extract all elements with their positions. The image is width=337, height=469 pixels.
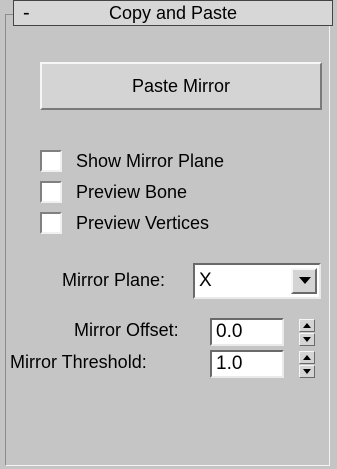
spinner-down-icon[interactable] [299, 365, 315, 378]
mirror-plane-dropdown[interactable]: X [193, 263, 321, 299]
paste-mirror-button[interactable]: Paste Mirror [40, 62, 322, 110]
mirror-offset-label: Mirror Offset: [74, 320, 179, 340]
chevron-down-icon[interactable] [291, 268, 317, 294]
mirror-threshold-input[interactable]: 1.0 [210, 350, 284, 378]
rollout-header-copy-and-paste[interactable]: - Copy and Paste [13, 0, 333, 26]
mirror-threshold-value: 1.0 [216, 353, 243, 374]
spinner-up-icon[interactable] [299, 319, 315, 332]
spinner-down-icon[interactable] [299, 333, 315, 346]
mirror-threshold-label: Mirror Threshold: [10, 352, 147, 372]
preview-vertices-checkbox[interactable] [40, 212, 62, 234]
preview-bone-row[interactable]: Preview Bone [40, 180, 187, 204]
preview-bone-label: Preview Bone [76, 181, 188, 202]
show-mirror-plane-label: Show Mirror Plane [76, 150, 225, 171]
mirror-plane-value: X [199, 270, 212, 291]
preview-bone-checkbox[interactable] [40, 181, 62, 203]
show-mirror-plane-row[interactable]: Show Mirror Plane [40, 149, 224, 173]
rollout-title: Copy and Paste [108, 3, 238, 23]
mirror-offset-value: 0.0 [216, 321, 243, 342]
mirror-threshold-spinner[interactable] [299, 351, 315, 379]
spinner-up-icon[interactable] [299, 351, 315, 364]
paste-mirror-button-label: Paste Mirror [131, 75, 230, 96]
preview-vertices-label: Preview Vertices [76, 212, 210, 233]
mirror-offset-input[interactable]: 0.0 [210, 318, 284, 346]
mirror-plane-label: Mirror Plane: [62, 270, 166, 290]
show-mirror-plane-checkbox[interactable] [40, 150, 62, 172]
preview-vertices-row[interactable]: Preview Vertices [40, 211, 209, 235]
mirror-offset-spinner[interactable] [299, 319, 315, 347]
